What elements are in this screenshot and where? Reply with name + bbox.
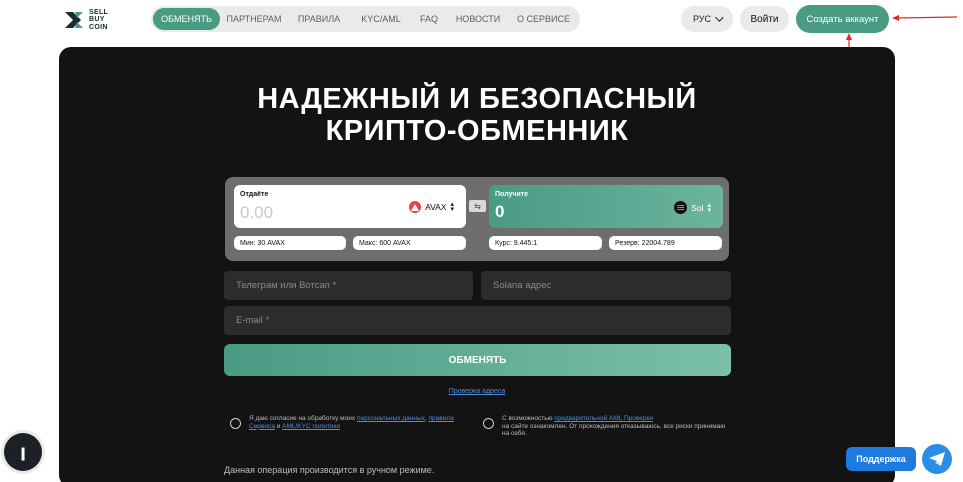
logo-text: SELL BUY COIN bbox=[89, 8, 109, 31]
manual-mode-note: Данная операция производится в ручном ре… bbox=[224, 465, 435, 475]
exchange-section: НАДЕЖНЫЙ И БЕЗОПАСНЫЙ КРИПТО-ОБМЕННИК От… bbox=[59, 47, 895, 482]
email-input[interactable]: E-mail * bbox=[224, 306, 731, 335]
contact-input[interactable]: Телеграм или Вотсап * bbox=[224, 271, 473, 300]
updown-icon: ▴ ▾ bbox=[707, 201, 711, 214]
swap-icon[interactable]: ⇆ bbox=[469, 200, 486, 212]
language-select[interactable]: РУС bbox=[681, 6, 733, 32]
nav-news[interactable]: НОВОСТИ bbox=[446, 8, 510, 30]
avax-icon bbox=[409, 201, 422, 213]
hero-title-line2: КРИПТО-ОБМЕННИК bbox=[325, 115, 629, 147]
min-amount: Мин: 30 AVAX bbox=[234, 236, 346, 250]
aml-kyc-link[interactable]: AML/KYC политики bbox=[282, 423, 340, 430]
consent-terms: Я даю согласие на обработку моих персона… bbox=[230, 415, 455, 430]
nav-faq[interactable]: FAQ bbox=[412, 8, 446, 30]
logo[interactable]: SELL BUY COIN bbox=[63, 6, 123, 34]
consent-aml-text: С возможностью предварительной AML Прове… bbox=[502, 415, 726, 437]
nav-rules[interactable]: ПРАВИЛА bbox=[288, 8, 350, 30]
give-currency-select[interactable]: AVAX ▴ ▾ bbox=[409, 201, 454, 213]
address-check-link[interactable]: Проверка адреса bbox=[59, 388, 895, 395]
consent-aml: С возможностью предварительной AML Прове… bbox=[483, 415, 733, 438]
receive-label: Получите bbox=[495, 191, 529, 198]
aml-check-link[interactable]: предварительной AML Проверки bbox=[554, 415, 653, 422]
nav-partners[interactable]: ПАРТНЕРАМ bbox=[220, 8, 288, 30]
reserve: Резерв: 22004.789 bbox=[609, 236, 722, 250]
receive-amount: 0 bbox=[495, 202, 505, 221]
support-button[interactable]: Поддержка bbox=[846, 447, 916, 471]
give-panel[interactable]: Отдаёте 0.00 AVAX ▴ ▾ bbox=[234, 185, 466, 228]
nav-exchange[interactable]: ОБМЕНЯТЬ bbox=[153, 8, 220, 30]
receive-currency-select[interactable]: Sol ▴ ▾ bbox=[674, 201, 711, 214]
solana-icon bbox=[674, 201, 688, 214]
signup-button[interactable]: Создать аккаунт bbox=[796, 5, 889, 33]
consent-terms-radio[interactable] bbox=[230, 418, 241, 429]
chat-icon: ꞁ bbox=[20, 442, 26, 461]
personal-data-link[interactable]: персональных данных bbox=[357, 415, 425, 422]
updown-icon: ▴ ▾ bbox=[450, 201, 454, 213]
logo-icon bbox=[65, 12, 83, 28]
hero-title-line1: НАДЕЖНЫЙ И БЕЗОПАСНЫЙ bbox=[257, 83, 697, 115]
max-amount: Макс: 600 AVAX bbox=[353, 236, 466, 250]
give-amount-input[interactable]: 0.00 bbox=[240, 203, 273, 223]
give-currency-label: AVAX bbox=[425, 202, 447, 212]
solana-address-input[interactable]: Solana адрес bbox=[481, 271, 731, 300]
consent-terms-text: Я даю согласие на обработку моих персона… bbox=[249, 415, 454, 430]
receive-panel[interactable]: Получите 0 Sol ▴ ▾ bbox=[489, 185, 723, 228]
chevron-down-icon bbox=[715, 13, 724, 22]
consent-aml-radio[interactable] bbox=[483, 418, 494, 429]
nav-kyc-aml[interactable]: KYC/AML bbox=[350, 8, 412, 30]
chat-widget-button[interactable]: ꞁ bbox=[4, 433, 42, 471]
telegram-icon[interactable] bbox=[922, 444, 952, 474]
page: SELL BUY COIN ОБМЕНЯТЬ ПАРТНЕРАМ ПРАВИЛА… bbox=[0, 0, 963, 482]
exchange-widget: Отдаёте 0.00 AVAX ▴ ▾ ⇆ Получите 0 Sol ▴ ▾ bbox=[225, 177, 729, 261]
exchange-submit-button[interactable]: ОБМЕНЯТЬ bbox=[224, 344, 731, 376]
login-button[interactable]: Войти bbox=[740, 6, 789, 32]
language-label: РУС bbox=[692, 14, 712, 24]
receive-currency-label: Sol bbox=[691, 202, 704, 213]
give-label: Отдаёте bbox=[240, 191, 269, 198]
nav-about[interactable]: О СЕРВИСЕ bbox=[510, 8, 577, 30]
exchange-rate: Курс: 9.445:1 bbox=[489, 236, 602, 250]
main-nav: ОБМЕНЯТЬ ПАРТНЕРАМ ПРАВИЛА KYC/AML FAQ Н… bbox=[151, 6, 580, 32]
